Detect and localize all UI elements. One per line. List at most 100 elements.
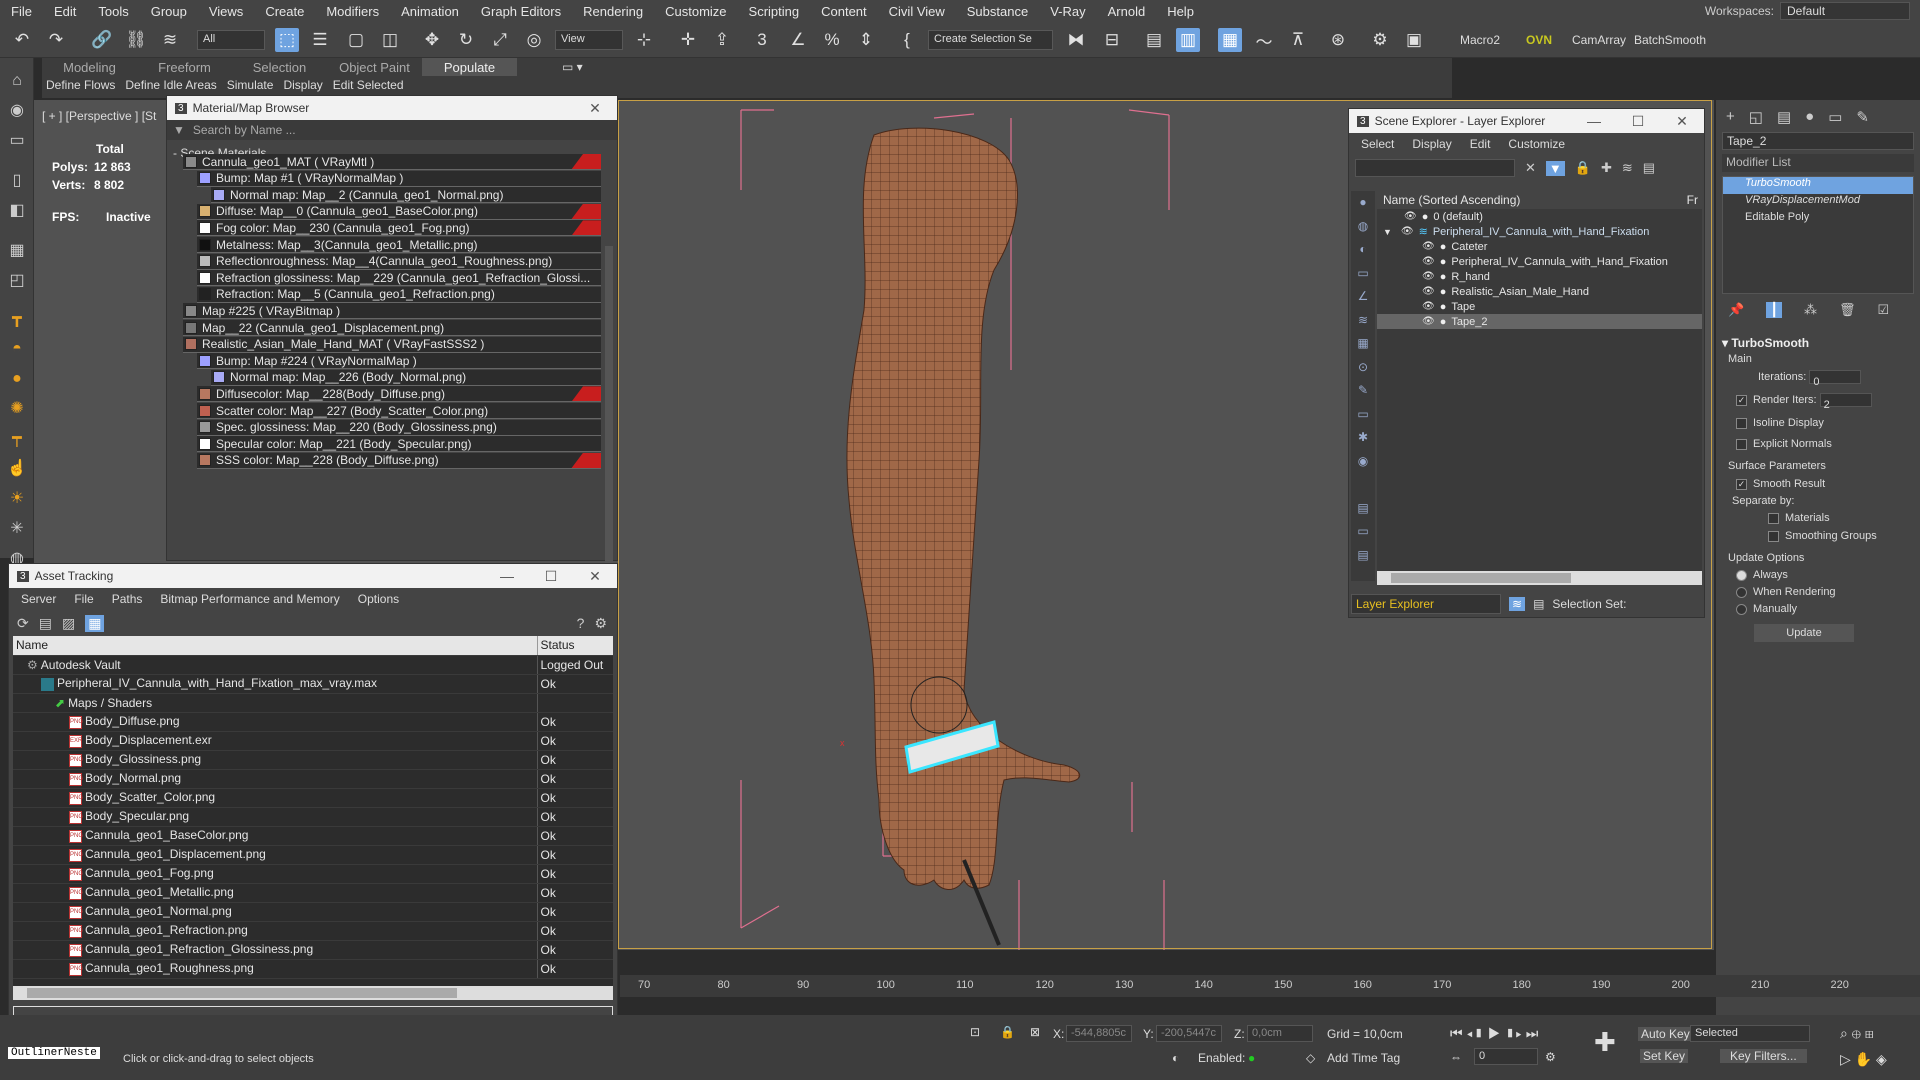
menu-customize[interactable]: Customize bbox=[654, 4, 737, 19]
container-icon[interactable]: ▭ bbox=[6, 130, 28, 152]
table-row[interactable]: PNG Body_Normal.png Ok bbox=[13, 769, 613, 789]
add-layer-icon[interactable]: ✚ bbox=[1601, 160, 1612, 176]
workspaces-dropdown[interactable]: Default bbox=[1780, 2, 1910, 20]
explorer-type-dropdown[interactable]: Layer Explorer bbox=[1351, 594, 1501, 614]
enabled-status-icon[interactable]: ● bbox=[1248, 1051, 1255, 1065]
ribbon-edit-selected[interactable]: Edit Selected bbox=[333, 78, 404, 92]
table-row[interactable]: PNG Body_Diffuse.png Ok bbox=[13, 712, 613, 732]
menu-create[interactable]: Create bbox=[254, 4, 315, 19]
key-selection-dropdown[interactable]: Selected bbox=[1690, 1025, 1810, 1042]
material-editor-icon[interactable]: ⊛ bbox=[1326, 28, 1350, 52]
menu-file[interactable]: File bbox=[0, 4, 43, 19]
maxscript-listener[interactable]: OutlinerNeste bbox=[8, 1047, 100, 1059]
zoom-icon[interactable]: ⌕ ⊕ ⊞ bbox=[1840, 1025, 1874, 1042]
modifier-list-dropdown[interactable]: Modifier List bbox=[1722, 154, 1914, 172]
close-icon[interactable]: ✕ bbox=[573, 568, 617, 585]
explorer-menu-edit[interactable]: Edit bbox=[1470, 137, 1491, 151]
isolate-icon[interactable]: ⊡ bbox=[970, 1025, 980, 1039]
ribbon-tab-populate[interactable]: Populate bbox=[422, 58, 517, 76]
table-row[interactable]: Peripheral_IV_Cannula_with_Hand_Fixation… bbox=[13, 674, 613, 694]
explorer-item[interactable]: 👁 ● Cateter bbox=[1377, 239, 1702, 254]
mirror-icon[interactable]: ⧓ bbox=[1064, 28, 1088, 52]
idle-area-icon[interactable]: ◓ bbox=[6, 338, 28, 360]
refresh-icon[interactable]: ⟳ bbox=[17, 615, 29, 632]
material-row[interactable]: Refraction: Map__5 (Cannula_geo1_Refract… bbox=[197, 286, 601, 303]
orbit-icon[interactable]: ▷ ✋ ◈ bbox=[1840, 1051, 1887, 1068]
key-filters-button[interactable]: Key Filters... bbox=[1720, 1049, 1807, 1063]
object-name-field[interactable]: Tape_2 bbox=[1722, 132, 1914, 150]
ribbon-tab-object-paint[interactable]: Object Paint bbox=[327, 58, 422, 76]
material-row[interactable]: Scatter color: Map__227 (Body_Scatter_Co… bbox=[197, 403, 601, 419]
viewport-label[interactable]: [ + ] [Perspective ] [St bbox=[42, 109, 156, 123]
clear-search-icon[interactable]: ✕ bbox=[1525, 160, 1536, 176]
y-coord-field[interactable]: -200,5447c bbox=[1156, 1025, 1222, 1042]
material-row[interactable]: Realistic_Asian_Male_Hand_MAT ( VRayFast… bbox=[183, 336, 601, 353]
expand-arrow-icon[interactable]: ▼ bbox=[1383, 227, 1392, 237]
table-row[interactable]: PNG Cannula_geo1_Metallic.png Ok bbox=[13, 883, 613, 903]
maximize-icon[interactable]: ☐ bbox=[529, 568, 573, 585]
hierarchy-mode-icon[interactable]: ▤ bbox=[1533, 597, 1544, 611]
explorer-item[interactable]: 👁 ● R_hand bbox=[1377, 269, 1702, 284]
minimize-icon[interactable]: — bbox=[485, 568, 529, 585]
track-bar[interactable]: 70 80 90 100 110 120 130 140 150 160 170 180 190 200 2… bbox=[620, 975, 1920, 997]
align-icon[interactable]: ⊟ bbox=[1100, 28, 1124, 52]
stack-editable-poly[interactable]: Editable Poly bbox=[1723, 211, 1913, 228]
window-crossing-icon[interactable]: ◫ bbox=[378, 28, 402, 52]
keyboard-shortcut-icon[interactable]: ⇪ bbox=[710, 28, 734, 52]
when-rendering-radio[interactable] bbox=[1736, 586, 1747, 598]
move-icon[interactable]: ✥ bbox=[420, 28, 444, 52]
named-selection-set-dropdown[interactable]: Create Selection Se bbox=[928, 30, 1053, 50]
sun-icon[interactable]: ☀ bbox=[6, 488, 28, 510]
material-row[interactable]: SSS color: Map__228 (Body_Diffuse.png) bbox=[197, 452, 601, 469]
selection-lock-icon[interactable]: 🔒 bbox=[1000, 1025, 1015, 1039]
time-tag-icon[interactable]: ◇ bbox=[1306, 1051, 1315, 1065]
select-object-icon[interactable]: ⬚ bbox=[275, 28, 299, 52]
material-row[interactable]: Refraction glossiness: Map__229 (Cannula… bbox=[197, 270, 601, 287]
chevron-down-icon[interactable]: ▼ bbox=[173, 123, 185, 137]
set-key-icon[interactable]: ✚ bbox=[1594, 1027, 1616, 1058]
material-row[interactable]: Reflectionroughness: Map__4(Cannula_geo1… bbox=[197, 253, 601, 270]
table-row[interactable]: PNG Cannula_geo1_Refraction.png Ok bbox=[13, 921, 613, 941]
search-input[interactable]: Search by Name ... bbox=[193, 123, 296, 137]
material-row[interactable]: Diffuse: Map__0 (Cannula_geo1_BaseColor.… bbox=[197, 203, 601, 220]
col-status-header[interactable]: Status bbox=[536, 636, 613, 656]
scene-explorer-icon[interactable]: ⌂ bbox=[6, 70, 28, 92]
menu-scripting[interactable]: Scripting bbox=[738, 4, 811, 19]
material-row[interactable]: Fog color: Map__230 (Cannula_geo1_Fog.pn… bbox=[197, 220, 601, 237]
iterations-spinner[interactable]: 0 bbox=[1809, 370, 1862, 388]
bind-spacewarp-icon[interactable]: ≋ bbox=[158, 28, 182, 52]
simulate-icon[interactable]: ● bbox=[6, 368, 28, 390]
material-row[interactable]: Spec. glossiness: Map__220 (Body_Glossin… bbox=[197, 419, 601, 436]
visibility-eye-icon[interactable]: 👁 bbox=[1422, 271, 1435, 282]
material-row[interactable]: Map #225 ( VRayBitmap ) bbox=[183, 303, 601, 320]
flow-icon[interactable]: ┳ bbox=[6, 308, 28, 330]
list-icon[interactable]: ▤ bbox=[39, 615, 52, 632]
x-coord-field[interactable]: -544,8805c bbox=[1066, 1025, 1132, 1042]
render-frame-icon[interactable]: ▣ bbox=[1402, 28, 1426, 52]
asset-menu-options[interactable]: Options bbox=[358, 592, 399, 606]
hierarchy-tab-icon[interactable]: ▤ bbox=[1777, 108, 1791, 126]
link-icon[interactable]: 🔗 bbox=[90, 28, 114, 52]
spinner-snap-icon[interactable]: ⇕ bbox=[854, 28, 878, 52]
unlink-icon[interactable]: ⛓ bbox=[124, 28, 148, 52]
table-view-icon[interactable]: ▦ bbox=[85, 614, 105, 632]
layer-explorer-icon[interactable]: ▥ bbox=[1176, 28, 1200, 52]
adaptive-degradation-icon[interactable]: ◐ bbox=[1172, 1051, 1179, 1065]
table-row[interactable]: PNG Body_Specular.png Ok bbox=[13, 807, 613, 827]
ribbon-tab-modeling[interactable]: Modeling bbox=[42, 58, 137, 76]
selection-filter-dropdown[interactable]: All bbox=[197, 30, 265, 50]
visibility-eye-icon[interactable]: 👁 bbox=[1404, 211, 1417, 222]
materials-checkbox[interactable] bbox=[1768, 512, 1779, 524]
ribbon-toggle-icon[interactable]: ▦ bbox=[1218, 28, 1242, 52]
table-row[interactable]: PNG Cannula_geo1_Roughness.png Ok bbox=[13, 959, 613, 979]
hand-icon[interactable]: ☝ bbox=[6, 458, 28, 480]
scene-explorer-toggle-icon[interactable]: ▤ bbox=[1142, 28, 1166, 52]
percent-snap-icon[interactable]: % bbox=[820, 28, 844, 52]
explorer-menu-display[interactable]: Display bbox=[1412, 137, 1451, 151]
material-row[interactable]: Normal map: Map__226 (Body_Normal.png) bbox=[211, 369, 601, 386]
remove-modifier-icon[interactable]: 🗑 bbox=[1839, 302, 1856, 318]
workspaces[interactable]: Workspaces: Default bbox=[1705, 2, 1920, 20]
menu-modifiers[interactable]: Modifiers bbox=[315, 4, 390, 19]
create-tab-icon[interactable]: + bbox=[1726, 108, 1735, 125]
time-config-icon[interactable]: ⚙ bbox=[1545, 1050, 1556, 1064]
